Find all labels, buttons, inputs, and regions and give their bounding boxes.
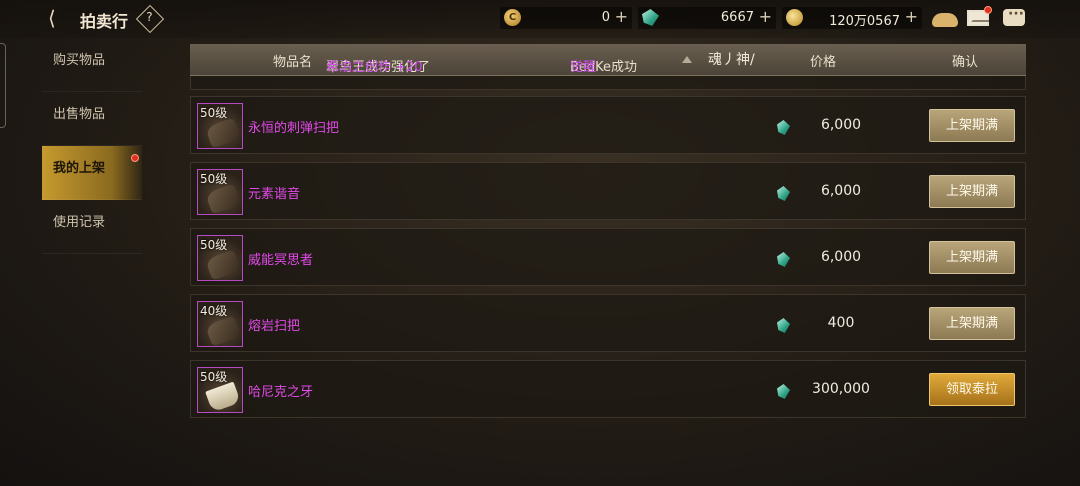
item-level: 50级 [200,172,228,186]
expired-button[interactable]: 上架期满 [929,175,1015,208]
menu-item-sell[interactable]: 出售物品 [42,92,142,146]
add-gem-button[interactable]: + [759,7,772,26]
gem-icon [777,318,790,333]
notification-dot [131,154,139,162]
gem-icon [777,120,790,135]
item-price: 6,000 [820,249,862,265]
item-level: 50级 [200,238,228,252]
item-price: 300,000 [812,381,870,397]
item-name: 哈尼克之牙 [248,385,314,400]
gem-currency: 6667 + [638,7,776,29]
add-gold-button[interactable]: + [615,7,628,26]
gem-icon [642,9,659,26]
expired-button[interactable]: 上架期满 [929,109,1015,142]
listing-header: 物品名 翠鸟王成功强化了 希泊之创作 +20 BedKe成功 觉醒 魂丿神/ 价格 … [190,44,1026,76]
gem-icon [777,186,790,201]
sort-arrow-icon[interactable] [682,56,692,63]
column-price: 价格 [810,55,837,70]
item-name: 元素谐音 [248,187,301,202]
item-price: 400 [827,315,855,331]
gold-currency: C 0 + [500,7,632,29]
menu-item-history[interactable]: 使用记录 [42,200,142,254]
column-name: 物品名 [273,55,313,70]
column-confirm: 确认 [952,55,979,70]
list-item[interactable]: 50级 哈尼克之牙 300,000 领取泰拉 [190,360,1026,418]
item-price: 6,000 [820,117,862,133]
gold-coin-icon: C [504,9,521,26]
help-icon[interactable]: ? [135,4,165,34]
coin-currency: 120万0567 + [782,7,922,29]
list-item[interactable]: 50级 永恒的刺弹扫把 6,000 上架期满 [190,96,1026,154]
side-panel-tab[interactable] [0,43,6,128]
top-bar: ⟨ 拍卖行 ? C 0 + 6667 + 120万0567 + [0,0,1080,38]
menu-item-buy[interactable]: 购买物品 [42,38,142,92]
gem-icon [777,384,790,399]
gem-value: 6667 [720,10,754,25]
item-level: 50级 [200,106,228,120]
list-item[interactable]: 50级 元素谐音 6,000 上架期满 [190,162,1026,220]
chat-icon[interactable] [1003,6,1025,26]
item-art [205,117,241,149]
list-item-partial [190,76,1026,90]
coin-value: 120万0567 [829,14,900,29]
list-item[interactable]: 40级 熔岩扫把 400 上架期满 [190,294,1026,352]
item-price: 6,000 [820,183,862,199]
list-item[interactable]: 50级 威能冥思者 6,000 上架期满 [190,228,1026,286]
item-name: 永恒的刺弹扫把 [248,121,340,136]
item-art [205,315,241,347]
claim-tera-button[interactable]: 领取泰拉 [929,373,1015,406]
gem-icon [777,252,790,267]
page-title: 拍卖行 [80,12,129,31]
add-coin-button[interactable]: + [905,7,918,26]
item-thumbnail: 50级 [197,367,243,413]
item-art [205,249,241,281]
item-thumbnail: 50级 [197,235,243,281]
item-thumbnail: 50级 [197,169,243,215]
item-level: 40级 [200,304,228,318]
bag-icon[interactable] [932,13,958,27]
item-level: 50级 [200,370,228,384]
expired-button[interactable]: 上架期满 [929,307,1015,340]
item-name: 威能冥思者 [248,253,314,268]
item-thumbnail: 50级 [197,103,243,149]
expired-button[interactable]: 上架期满 [929,241,1015,274]
item-art [205,183,241,215]
item-art [205,381,241,413]
item-name: 熔岩扫把 [248,319,301,334]
mail-notification-dot [984,6,992,14]
gold-value: 0 [601,10,610,25]
item-thumbnail: 40级 [197,301,243,347]
auction-menu: 购买物品 出售物品 我的上架 使用记录 [42,38,142,254]
coin-icon [786,9,803,26]
back-arrow-icon[interactable]: ⟨ [48,7,72,29]
help-label: ? [146,10,153,25]
menu-item-my-listings[interactable]: 我的上架 [42,146,142,200]
broadcast-marquee-3: 魂丿神/ [708,52,755,68]
